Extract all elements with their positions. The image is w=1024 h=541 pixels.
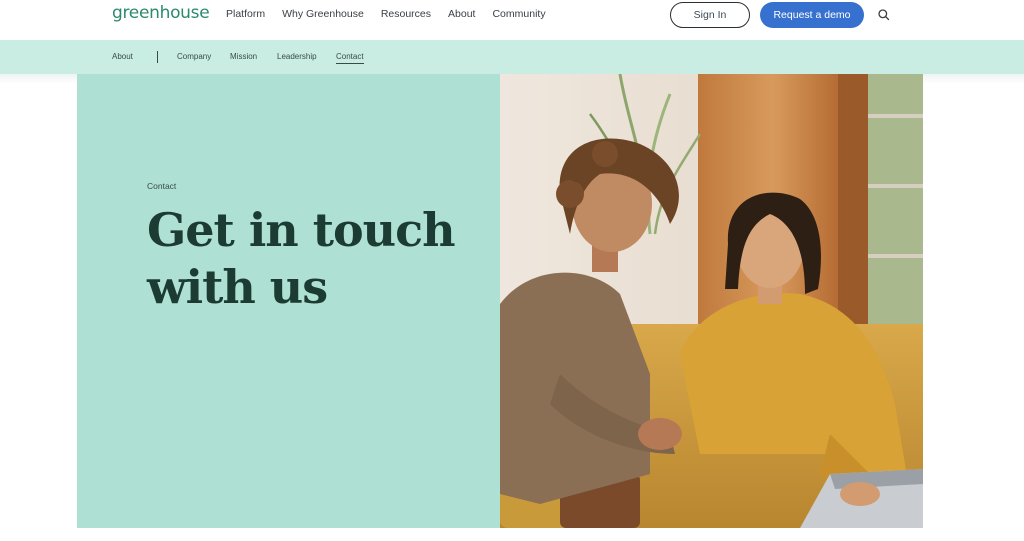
nav-link-community[interactable]: Community [492, 8, 545, 20]
subnav-divider [157, 51, 158, 63]
main-nav: Platform Why Greenhouse Resources About … [226, 8, 546, 20]
top-navigation: greenhouse Platform Why Greenhouse Resou… [0, 0, 1024, 40]
request-demo-button[interactable]: Request a demo [760, 2, 864, 28]
search-icon[interactable] [877, 8, 891, 22]
page-title: Get in touch with us [147, 203, 456, 314]
subnav-contact[interactable]: Contact [336, 52, 364, 64]
subnav-mission[interactable]: Mission [230, 52, 257, 61]
nav-link-about[interactable]: About [448, 8, 475, 20]
sign-in-button[interactable]: Sign In [670, 2, 750, 28]
hero-photo [500, 74, 923, 528]
greenhouse-logo[interactable]: greenhouse [112, 3, 210, 23]
sub-navigation: About Company Mission Leadership Contact [0, 40, 1024, 74]
nav-link-why-greenhouse[interactable]: Why Greenhouse [282, 8, 364, 20]
hero-panel: Contact Get in touch with us [77, 74, 500, 528]
nav-link-resources[interactable]: Resources [381, 8, 431, 20]
subnav-about[interactable]: About [112, 52, 133, 61]
hero-eyebrow: Contact [147, 181, 177, 191]
nav-link-platform[interactable]: Platform [226, 8, 265, 20]
subnav-leadership[interactable]: Leadership [277, 52, 317, 61]
subnav-company[interactable]: Company [177, 52, 211, 61]
